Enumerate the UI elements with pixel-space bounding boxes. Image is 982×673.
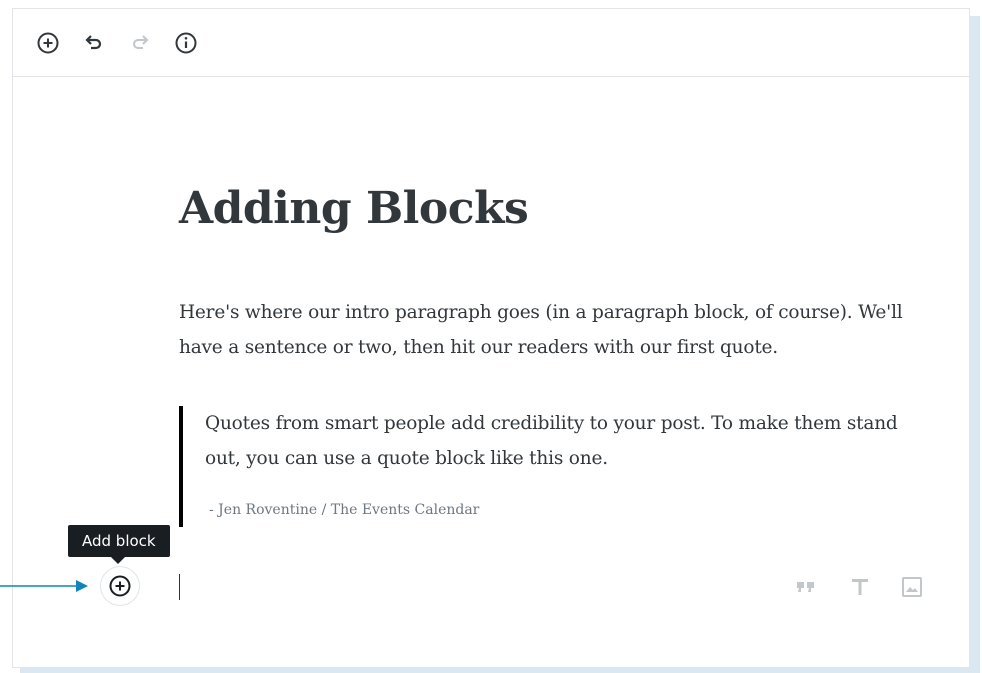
image-icon	[902, 577, 922, 597]
undo-icon	[85, 35, 102, 50]
plus-circle-icon	[109, 575, 131, 597]
insert-quote-shortcut[interactable]	[791, 572, 821, 602]
insert-heading-shortcut[interactable]	[845, 572, 875, 602]
editor-toolbar	[13, 9, 969, 77]
insert-image-shortcut[interactable]	[897, 572, 927, 602]
toolbar-undo-button[interactable]	[80, 30, 106, 56]
quote-icon	[797, 582, 814, 592]
toolbar-info-button[interactable]	[173, 30, 199, 56]
tooltip-pointer	[111, 557, 125, 564]
info-icon	[175, 32, 197, 54]
callout-arrow	[0, 580, 88, 592]
post-title[interactable]: Adding Blocks	[179, 181, 529, 237]
toolbar-add-block-button[interactable]	[35, 30, 61, 56]
toolbar-redo-button[interactable]	[128, 30, 154, 56]
text-cursor	[179, 574, 180, 600]
block-editor: Adding Blocks Here's where our intro par…	[12, 8, 970, 668]
quote-block[interactable]: Quotes from smart people add credibility…	[179, 406, 919, 527]
plus-circle-icon	[37, 32, 59, 54]
heading-icon	[852, 579, 868, 595]
stage: Adding Blocks Here's where our intro par…	[0, 0, 982, 673]
quote-text[interactable]: Quotes from smart people add credibility…	[205, 406, 919, 476]
add-block-tooltip: Add block	[68, 525, 170, 557]
quote-citation[interactable]: - Jen Roventine / The Events Calendar	[209, 502, 479, 518]
intro-paragraph-block[interactable]: Here's where our intro paragraph goes (i…	[179, 295, 919, 365]
add-block-button[interactable]	[101, 567, 139, 605]
redo-icon	[133, 35, 149, 49]
